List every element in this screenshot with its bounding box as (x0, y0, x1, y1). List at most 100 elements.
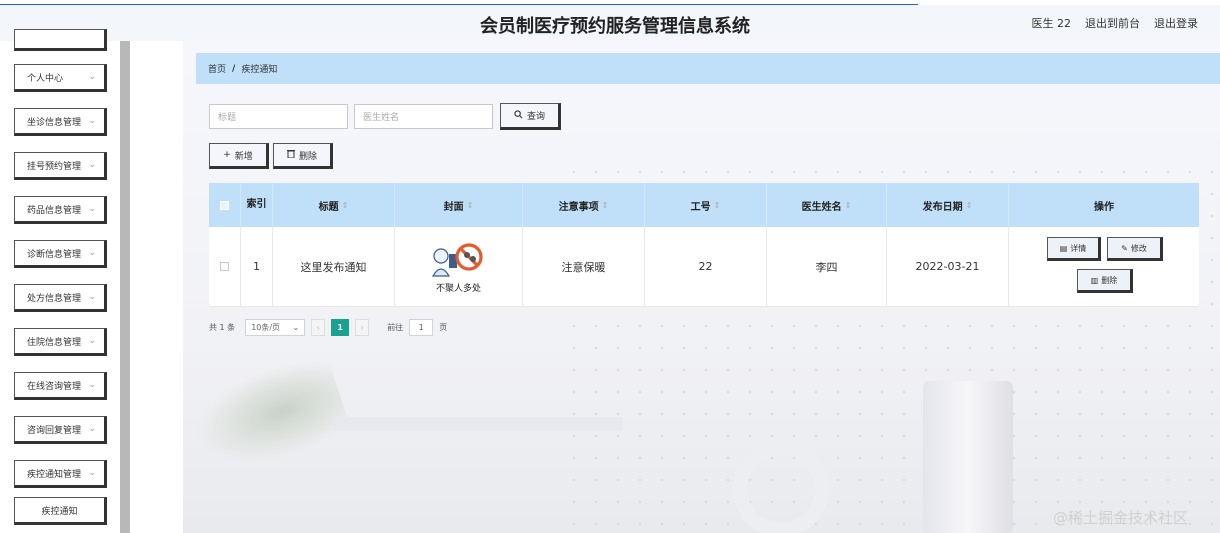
header-doctor-label: 医生姓名 (801, 201, 842, 213)
breadcrumb-current: 疾控通知 (241, 65, 278, 75)
current-page[interactable]: 1 (331, 318, 350, 336)
header-ops: 操作 (1094, 201, 1114, 213)
header-checkbox-cell (209, 183, 241, 227)
sort-icon: ⇕ (844, 200, 852, 210)
cell-cover: 不聚人多处 (395, 227, 523, 306)
sort-icon: ⇕ (965, 200, 973, 210)
edit-icon: ✎ (1121, 243, 1128, 253)
next-page-button[interactable]: › (355, 318, 370, 336)
chevron-down-icon: ⌄ (88, 248, 96, 258)
prev-page-button[interactable]: ‹ (311, 318, 326, 336)
query-button-label: 查询 (526, 112, 545, 122)
delete-button-label: 删除 (298, 151, 317, 162)
header-notes[interactable]: 注意事项 ⇕ (523, 183, 645, 227)
chevron-down-icon: ⌄ (88, 336, 96, 346)
trash-icon: ▥ (1090, 275, 1099, 285)
trash-icon (286, 149, 295, 161)
sidebar: 个人中心 ⌄ 坐诊信息管理 ⌄ 挂号预约管理 ⌄ 药品信息管理 ⌄ 诊断信息管理… (0, 29, 132, 533)
doctor-search-placeholder: 医生姓名 (363, 113, 400, 123)
sidebar-item-partial[interactable] (14, 29, 107, 51)
header-job-no[interactable]: 工号 ⇕ (645, 183, 767, 227)
cell-date: 2022-03-21 (887, 227, 1009, 306)
sidebar-item-prescription[interactable]: 处方信息管理 ⌄ (14, 284, 107, 312)
header-doctor[interactable]: 医生姓名 ⇕ (767, 183, 887, 227)
sidebar-item-label: 挂号预约管理 (27, 161, 82, 172)
detail-button-label: 详情 (1070, 243, 1087, 253)
header-title[interactable]: 标题 ⇕ (273, 183, 395, 227)
header-links: 医生 22 退出到前台 退出登录 (1032, 15, 1199, 31)
header-cover[interactable]: 封面 ⇕ (395, 183, 523, 227)
sidebar-item-clinic[interactable]: 坐诊信息管理 ⌄ (14, 108, 107, 136)
row-delete-button[interactable]: ▥ 删除 (1077, 269, 1133, 293)
doctor-search-input[interactable]: 医生姓名 (354, 104, 493, 129)
sidebar-item-label: 坐诊信息管理 (27, 117, 82, 128)
document-icon: ▤ (1059, 243, 1068, 253)
chevron-down-icon: ⌄ (88, 204, 96, 214)
query-button[interactable]: 查询 (500, 103, 561, 130)
sort-icon: ⇕ (341, 200, 349, 210)
breadcrumb-home[interactable]: 首页 (208, 62, 226, 75)
header-date[interactable]: 发布日期 ⇕ (887, 183, 1009, 227)
chevron-down-icon: ⌄ (292, 322, 300, 332)
page-suffix: 页 (439, 322, 448, 332)
breadcrumb: 首页 / 疾控通知 (196, 53, 1220, 84)
pagination: 共 1 条 10条/页 ⌄ ‹ 1 › 前往 1 页 (209, 317, 447, 337)
delete-button[interactable]: 删除 (273, 143, 333, 169)
sidebar-item-diagnosis[interactable]: 诊断信息管理 ⌄ (14, 240, 107, 268)
header-date-label: 发布日期 (922, 201, 963, 213)
cell-index: 1 (241, 227, 273, 306)
sidebar-item-label: 在线咨询管理 (27, 381, 82, 392)
sidebar-item-reply[interactable]: 咨询回复管理 ⌄ (14, 416, 107, 444)
sidebar-subitem-label: 疾控通知 (41, 506, 78, 517)
plus-icon: + (223, 150, 231, 160)
exit-to-front-link[interactable]: 退出到前台 (1085, 15, 1140, 31)
background-plant (183, 350, 354, 482)
background-ring (733, 441, 829, 533)
background-shelf (333, 417, 623, 431)
cell-ops: ▤ 详情 ✎ 修改 ▥ 删除 (1009, 227, 1199, 306)
goto-page-input[interactable]: 1 (409, 318, 434, 336)
sidebar-item-medicine[interactable]: 药品信息管理 ⌄ (14, 196, 107, 224)
sidebar-item-personal[interactable]: 个人中心 ⌄ (14, 64, 107, 92)
sidebar-item-appointment[interactable]: 挂号预约管理 ⌄ (14, 152, 107, 180)
detail-button[interactable]: ▤ 详情 (1047, 237, 1101, 261)
pagination-total: 共 1 条 (209, 322, 236, 332)
page-size-select[interactable]: 10条/页 ⌄ (245, 318, 306, 336)
header-index: 索引 (241, 183, 273, 227)
sidebar-item-notice[interactable]: 疾控通知管理 ⌄ (14, 460, 107, 488)
chevron-down-icon: ⌄ (88, 424, 96, 434)
row-delete-button-label: 删除 (1101, 275, 1118, 285)
app-header: 会员制医疗预约服务管理信息系统 医生 22 退出到前台 退出登录 (0, 5, 1220, 41)
sort-icon: ⇕ (601, 200, 609, 210)
cover-image[interactable] (427, 240, 491, 284)
sort-icon: ⇕ (466, 200, 474, 210)
row-checkbox[interactable] (220, 262, 229, 271)
title-search-input[interactable]: 标题 (209, 104, 348, 129)
title-search-placeholder: 标题 (218, 113, 237, 123)
sidebar-item-label: 咨询回复管理 (27, 425, 82, 436)
notice-table: 索引 标题 ⇕ 封面 ⇕ 注意事项 ⇕ 工号 ⇕ 医生姓名 ⇕ 发布日期 ⇕ 操作 (209, 183, 1199, 307)
edit-button-label: 修改 (1130, 243, 1147, 253)
sidebar-item-hospital[interactable]: 住院信息管理 ⌄ (14, 328, 107, 356)
sidebar-subitem-notice[interactable]: 疾控通知 (14, 497, 107, 525)
watermark: @稀土掘金技术社区 (1053, 509, 1189, 527)
sidebar-scrollbar[interactable] (120, 41, 130, 533)
sidebar-item-label: 个人中心 (27, 73, 64, 84)
cell-notes: 注意保暖 (523, 227, 645, 306)
page-size-value: 10条/页 (251, 322, 281, 332)
chevron-down-icon: ⌄ (88, 160, 96, 170)
chevron-left-icon: ‹ (316, 322, 320, 332)
add-button[interactable]: + 新增 (209, 143, 269, 169)
app-title: 会员制医疗预约服务管理信息系统 (480, 16, 750, 37)
current-user: 医生 22 (1031, 17, 1072, 30)
row-checkbox-cell (209, 227, 241, 306)
logout-link[interactable]: 退出登录 (1154, 15, 1198, 31)
cover-caption: 不聚人多处 (435, 283, 481, 294)
chevron-down-icon: ⌄ (88, 380, 96, 390)
table-row: 1 这里发布通知 不聚人多处 注意保暖 22 李四 2022-03-21 ▤ 详… (209, 227, 1199, 307)
sidebar-item-consult[interactable]: 在线咨询管理 ⌄ (14, 372, 107, 400)
breadcrumb-separator: / (232, 63, 236, 74)
edit-button[interactable]: ✎ 修改 (1107, 237, 1163, 261)
chevron-down-icon: ⌄ (88, 468, 96, 478)
select-all-checkbox[interactable] (220, 200, 229, 210)
